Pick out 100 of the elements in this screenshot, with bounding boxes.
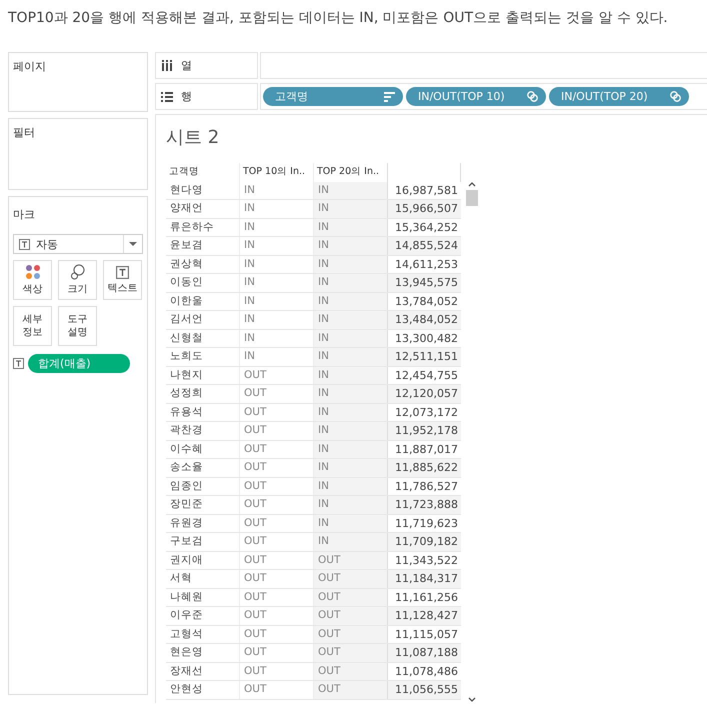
table-cell: 11,056,555 <box>387 681 461 698</box>
marks-card-title: 마크 <box>13 207 36 222</box>
table-cell-text: 이수혜 <box>169 442 204 456</box>
pages-card-title: 페이지 <box>13 59 47 74</box>
table-cell: 15,364,252 <box>387 218 461 236</box>
column-header[interactable]: TOP 10의 In.. <box>239 163 313 182</box>
size-circles-icon <box>70 264 86 280</box>
table-cell: 11,885,622 <box>387 459 461 476</box>
columns-shelf-label: 열 <box>181 58 192 73</box>
table-cell: 12,454,755 <box>387 366 461 384</box>
mark-property-button[interactable]: 크기 <box>58 260 97 300</box>
table-cell: IN <box>313 218 387 236</box>
table-cell-text: 권지애 <box>169 552 204 568</box>
table-cell: 11,709,182 <box>387 533 461 550</box>
caption-text: TOP10과 20을 행에 적용해본 결과, 포함되는 데이터는 IN, 미포함은 OUT으로 출력되는 것을 알 수 있다. <box>7 9 669 28</box>
mark-type-dropdown[interactable]: 자동 <box>13 234 143 254</box>
table-cell: OUT <box>313 570 387 588</box>
mark-property-button[interactable]: 세부 정보 <box>13 306 52 346</box>
table-cell: IN <box>313 533 387 550</box>
text-icon <box>13 358 24 369</box>
mark-property-button[interactable]: 도구 설명 <box>58 306 97 346</box>
scroll-up-icon[interactable] <box>468 181 476 187</box>
mark-property-button[interactable]: 텍스트 <box>103 260 142 300</box>
table-cell: IN <box>313 292 387 310</box>
table-cell: IN <box>313 330 387 347</box>
table-cell-text: 송소율 <box>169 460 204 475</box>
table-cell: IN <box>313 274 387 292</box>
table-cell-text: 권상혁 <box>169 256 204 272</box>
table-cell: IN <box>313 404 387 421</box>
table-cell: IN <box>313 422 387 440</box>
table-cell: 16,987,581 <box>387 182 461 199</box>
table-cell: 11,161,256 <box>387 588 461 606</box>
table-cell-text: 유용석 <box>169 404 204 420</box>
text-icon <box>19 238 30 250</box>
table-cell-text: 이한울 <box>169 294 204 308</box>
columns-icon <box>161 60 173 72</box>
table-cell: IN <box>313 478 387 495</box>
columns-shelf[interactable] <box>260 52 707 79</box>
table-cell: 13,945,575 <box>387 274 461 292</box>
sort-icon <box>384 92 395 102</box>
table-cell-text: 나현지 <box>169 368 204 382</box>
table-cell: IN <box>313 496 387 514</box>
table-cell: IN <box>313 256 387 273</box>
table-cell: OUT <box>313 626 387 643</box>
table-cell-text: 서혁 <box>169 571 193 586</box>
table-cell: IN <box>313 366 387 384</box>
table-cell: IN <box>313 385 387 402</box>
table-cell: IN <box>313 514 387 532</box>
table-cell: 11,952,178 <box>387 422 461 440</box>
table-cell: 13,784,052 <box>387 292 461 310</box>
table-cell: 11,723,888 <box>387 496 461 514</box>
table-cell: 13,300,482 <box>387 330 461 347</box>
table-cell: OUT <box>313 681 387 698</box>
scroll-down-icon[interactable] <box>468 697 476 703</box>
table-cell: 14,855,524 <box>387 237 461 254</box>
table-cell: 13,484,052 <box>387 311 461 328</box>
table-cell: 11,128,427 <box>387 607 461 624</box>
table-cell: OUT <box>313 662 387 680</box>
scroll-thumb[interactable] <box>466 190 478 206</box>
table-cell: IN <box>313 440 387 458</box>
table-cell: OUT <box>313 607 387 624</box>
linked-circles-icon <box>527 91 538 102</box>
table-cell-text: 장재선 <box>169 664 204 678</box>
text-icon <box>116 266 129 278</box>
table-cell: 11,184,317 <box>387 570 461 588</box>
table-cell-text: 구보검 <box>169 534 204 549</box>
table-cell: 11,786,527 <box>387 478 461 495</box>
mark-property-button[interactable]: 색상 <box>13 260 52 300</box>
table-cell: 14,611,253 <box>387 256 461 273</box>
table-cell: 11,719,623 <box>387 514 461 532</box>
table-cell-text: 양재언 <box>169 201 204 216</box>
table-cell-text: 곽찬경 <box>169 423 204 438</box>
table-cell-text: 안현성 <box>169 682 204 697</box>
table-cell: 11,343,522 <box>387 552 461 569</box>
rows-shelf-label: 행 <box>181 89 192 104</box>
table-cell-text: 김서언 <box>169 312 204 327</box>
table-cell: 12,511,151 <box>387 348 461 366</box>
table-cell-text: 신형철 <box>169 330 204 346</box>
rows-icon <box>161 90 173 102</box>
table-cell: OUT <box>313 588 387 606</box>
column-header[interactable]: 고객명 <box>166 163 239 182</box>
table-cell: 15,966,507 <box>387 200 461 218</box>
table-cell: 12,120,057 <box>387 385 461 402</box>
color-dots-icon <box>24 264 40 280</box>
table-cell: 12,073,172 <box>387 404 461 421</box>
sheet-title: 시트 2 <box>166 126 220 149</box>
table-cell-text: 윤보겸 <box>169 238 204 253</box>
table-cell-text: 장민준 <box>169 497 204 512</box>
table-cell-text: 류은하수 <box>169 220 215 234</box>
table-cell: IN <box>313 459 387 476</box>
table-cell: IN <box>313 200 387 218</box>
table-cell-text: 나혜원 <box>169 590 204 604</box>
table-cell: OUT <box>313 552 387 569</box>
table-cell: IN <box>313 348 387 366</box>
table-cell-text: 임종인 <box>169 478 204 494</box>
table-cell: IN <box>313 311 387 328</box>
table-cell-text: 이우준 <box>169 608 204 623</box>
table-cell: 11,087,188 <box>387 644 461 662</box>
table-cell: IN <box>313 237 387 254</box>
linked-circles-icon <box>670 91 681 102</box>
